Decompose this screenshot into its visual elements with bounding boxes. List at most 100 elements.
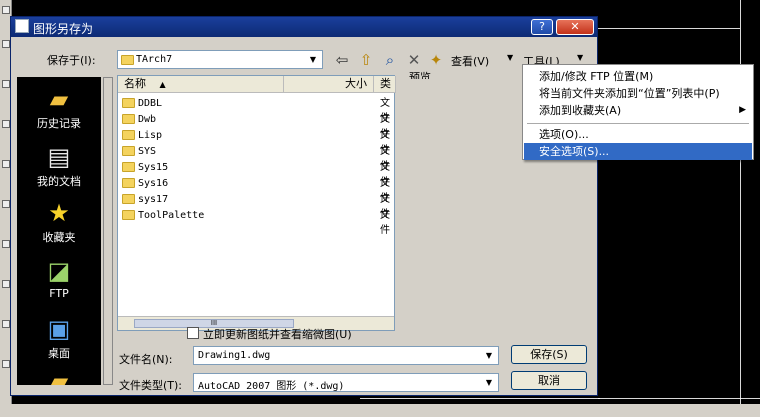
drawing-line [598, 28, 740, 29]
dialog-title: 图形另存为 [33, 22, 94, 36]
place-label: 我的文档 [37, 175, 81, 188]
file-name: Lisp [138, 130, 163, 141]
filetype-value: AutoCAD 2007 图形 (*.dwg) [198, 381, 345, 392]
back-icon[interactable]: ⇦ [333, 51, 351, 69]
thumbnail-checkbox-label[interactable]: 立即更新图纸并查看缩微图(U) [203, 326, 352, 342]
menu-item-ftp-locations[interactable]: 添加/修改 FTP 位置(M) [524, 68, 752, 85]
filetype-select[interactable]: AutoCAD 2007 图形 (*.dwg) ▼ [193, 373, 499, 392]
folder-icon [122, 98, 135, 108]
new-folder-icon[interactable]: ✦ [427, 51, 445, 69]
place-ftp[interactable]: ◪ FTP [17, 253, 101, 311]
file-type: 文件 [380, 98, 390, 124]
file-row[interactable]: ToolPalette [122, 208, 204, 223]
folder-icon [122, 210, 135, 220]
search-web-icon[interactable]: ⌕ [381, 51, 399, 69]
file-row[interactable]: Dwb [122, 112, 156, 127]
filename-value: Drawing1.dwg [198, 350, 271, 361]
places-scrollbar[interactable] [103, 77, 113, 385]
file-row[interactable]: DDBL [122, 96, 162, 111]
favorites-icon: ★ [48, 199, 70, 227]
toolbar-icon[interactable] [2, 360, 10, 368]
toolbar-icon[interactable] [2, 160, 10, 168]
file-type: 文件 [380, 130, 390, 156]
view-dropdown-icon[interactable]: ▼ [507, 53, 513, 62]
thumbnail-checkbox[interactable] [187, 327, 199, 339]
file-row[interactable]: Sys16 [122, 176, 168, 191]
toolbar-icon[interactable] [2, 240, 10, 248]
place-label: 收藏夹 [42, 231, 76, 244]
folder-icon [122, 130, 135, 140]
file-type: 文件 [380, 194, 390, 220]
app-icon [15, 19, 29, 33]
place-label: 历史记录 [37, 117, 81, 130]
place-label: 桌面 [48, 347, 70, 360]
folder-icon [122, 146, 135, 156]
toolbar-icon[interactable] [2, 280, 10, 288]
toolbar-icon[interactable] [2, 320, 10, 328]
filetype-label: 文件类型(T): [119, 379, 183, 392]
file-type: 文件 [380, 162, 390, 188]
view-menu[interactable]: 查看(V) [451, 53, 489, 69]
menu-item-security-options[interactable]: 安全选项(S)... [524, 143, 752, 160]
folder-icon [122, 162, 135, 172]
save-in-combo[interactable]: TArch7 ▼ [117, 50, 323, 69]
file-type: 文件 [380, 210, 390, 236]
file-type: 文件 [380, 146, 390, 172]
cancel-button[interactable]: 取消 [511, 371, 587, 390]
folder-icon: ▰ [49, 367, 69, 385]
tools-dropdown-icon[interactable]: ▼ [577, 53, 583, 62]
menu-item-add-to-places[interactable]: 将当前文件夹添加到“位置”列表中(P) [524, 85, 752, 102]
filename-label: 文件名(N): [119, 353, 173, 366]
file-row[interactable]: SYS [122, 144, 156, 159]
chevron-down-icon[interactable]: ▼ [482, 349, 496, 362]
toolbar-icon[interactable] [2, 120, 10, 128]
column-size[interactable]: 大小 [284, 76, 374, 93]
save-in-value: TArch7 [136, 54, 173, 65]
file-name: Dwb [138, 114, 157, 125]
menu-item-options[interactable]: 选项(O)... [524, 126, 752, 143]
delete-icon[interactable]: ✕ [405, 51, 423, 69]
file-row[interactable]: Lisp [122, 128, 162, 143]
column-type[interactable]: 类 [374, 76, 396, 93]
file-row[interactable]: sys17 [122, 192, 168, 207]
place-label: FTP [49, 287, 69, 300]
up-folder-icon[interactable]: ⇧ [357, 51, 375, 69]
save-as-dialog: 图形另存为 ? ✕ 保存于(I): TArch7 ▼ ⇦ ⇧ ⌕ ✕ ✦ 查看(… [10, 16, 598, 396]
places-bar: ▰ 历史记录 ▤ 我的文档 ★ 收藏夹 ◪ FTP ▣ 桌面 ▰ [17, 77, 101, 385]
file-name: SYS [138, 146, 157, 157]
toolbar-icon[interactable] [2, 40, 10, 48]
place-more[interactable]: ▰ [17, 367, 101, 385]
help-button[interactable]: ? [531, 19, 553, 35]
drawing-line [740, 0, 741, 417]
menu-item-add-to-favorites[interactable]: 添加到收藏夹(A) ▶ [524, 102, 752, 119]
folder-icon [121, 55, 134, 65]
filename-field[interactable]: Drawing1.dwg ▼ [193, 346, 499, 365]
save-button[interactable]: 保存(S) [511, 345, 587, 364]
folder-icon [122, 114, 135, 124]
file-name: sys17 [138, 194, 169, 205]
folder-icon [122, 194, 135, 204]
menu-separator [527, 123, 749, 124]
place-favorites[interactable]: ★ 收藏夹 [17, 195, 101, 253]
file-name: Sys16 [138, 178, 169, 189]
close-button[interactable]: ✕ [556, 19, 594, 35]
place-history[interactable]: ▰ 历史记录 [17, 81, 101, 139]
ftp-icon: ◪ [47, 257, 71, 285]
file-type: 文件 [380, 114, 390, 140]
drawing-line [360, 398, 600, 399]
file-type: 文件 [380, 178, 390, 204]
folder-icon [122, 178, 135, 188]
toolbar-icon[interactable] [2, 200, 10, 208]
dialog-titlebar[interactable]: 图形另存为 ? ✕ [11, 17, 597, 37]
toolbar-icon[interactable] [2, 80, 10, 88]
column-name[interactable]: 名称 ▲ [118, 76, 284, 93]
toolbar-icon[interactable] [2, 6, 10, 14]
my-documents-icon: ▤ [47, 143, 71, 171]
chevron-down-icon[interactable]: ▼ [306, 53, 320, 66]
place-desktop[interactable]: ▣ 桌面 [17, 311, 101, 369]
place-my-documents[interactable]: ▤ 我的文档 [17, 139, 101, 197]
file-list: 名称 ▲ 大小 类 DDBL 文件 Dwb 文件 Lisp 文件 SYS 文件 Sys15 文件 S… [117, 75, 396, 331]
file-row[interactable]: Sys15 [122, 160, 168, 175]
save-in-label: 保存于(I): [47, 54, 96, 67]
chevron-down-icon[interactable]: ▼ [482, 376, 496, 389]
